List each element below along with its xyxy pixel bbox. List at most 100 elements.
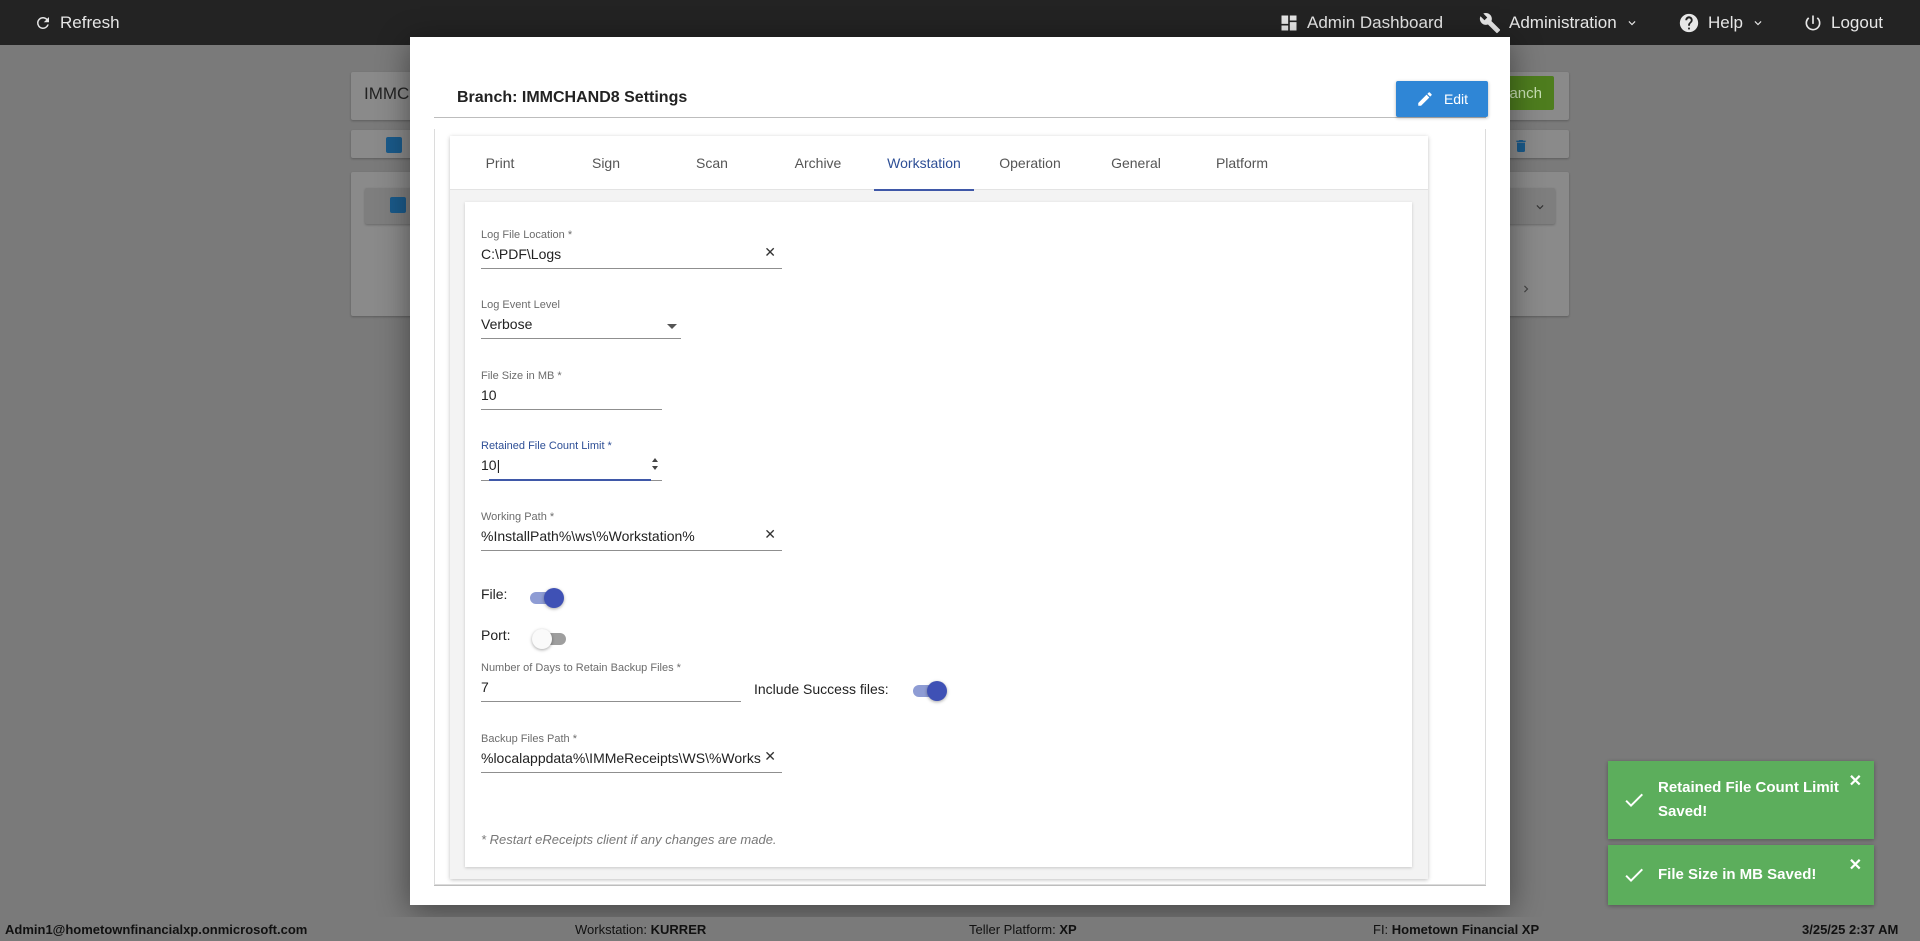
status-datetime: 3/25/25 2:37 AM xyxy=(1802,922,1898,937)
tab-scan[interactable]: Scan xyxy=(662,136,762,190)
backup-path-label: Backup Files Path * xyxy=(481,733,577,745)
working-path-input[interactable]: %InstallPath%\ws\%Workstation% xyxy=(481,528,695,544)
log-event-level-select[interactable]: Verbose xyxy=(481,316,532,332)
clear-icon[interactable]: ✕ xyxy=(764,526,776,543)
dropdown-arrow-icon[interactable] xyxy=(667,324,677,329)
file-toggle-label: File: xyxy=(481,586,508,602)
chevron-down-icon[interactable] xyxy=(1533,200,1547,214)
status-fi-value: Hometown Financial XP xyxy=(1391,922,1540,937)
toggle-knob xyxy=(544,588,564,608)
backup-path-input[interactable]: %localappdata%\IMMeReceipts\WS\%Works xyxy=(481,750,761,766)
port-toggle-label: Port: xyxy=(481,627,511,643)
edit-button[interactable]: Edit xyxy=(1396,81,1488,117)
retained-file-count-input[interactable]: 10| xyxy=(481,457,500,473)
toggle-knob xyxy=(532,629,552,649)
log-file-location-field[interactable]: Log File Location * C:\PDF\Logs ✕ xyxy=(481,229,782,269)
clear-icon[interactable]: ✕ xyxy=(764,748,776,765)
backup-days-label: Number of Days to Retain Backup Files * xyxy=(481,662,681,674)
status-workstation-value: KURRER xyxy=(650,922,707,937)
status-fi: FI: Hometown Financial XP xyxy=(1373,922,1539,937)
port-toggle[interactable] xyxy=(532,629,568,649)
log-event-level-field[interactable]: Log Event Level Verbose xyxy=(481,299,681,339)
status-user-value: Admin1@hometownfinancialxp.onmicrosoft.c… xyxy=(5,922,308,937)
tab-print[interactable]: Print xyxy=(450,136,550,190)
close-icon[interactable]: ✕ xyxy=(1849,855,1862,875)
status-workstation: Workstation: KURRER xyxy=(575,922,706,937)
status-platform: Teller Platform: XP xyxy=(969,922,1077,937)
dialog-body: Branch: IMMCHAND8 Settings Edit Print Si… xyxy=(434,58,1488,904)
logout-button[interactable]: Logout xyxy=(1803,0,1883,45)
input-underline xyxy=(481,550,782,551)
toast-retained-count-saved[interactable]: Retained File Count Limit Saved! ✕ xyxy=(1608,761,1874,839)
status-fi-label: FI: xyxy=(1373,922,1389,937)
settings-tabs-card: Print Sign Scan Archive Workstation Oper… xyxy=(450,136,1428,879)
toast-file-size-saved[interactable]: File Size in MB Saved! ✕ xyxy=(1608,845,1874,905)
log-file-location-input[interactable]: C:\PDF\Logs xyxy=(481,246,561,262)
tab-general[interactable]: General xyxy=(1086,136,1186,190)
trash-icon[interactable] xyxy=(1513,137,1529,155)
bottom-divider xyxy=(434,885,1486,886)
power-icon xyxy=(1805,15,1821,30)
status-workstation-label: Workstation: xyxy=(575,922,648,937)
input-underline xyxy=(481,772,782,773)
log-file-location-label: Log File Location * xyxy=(481,229,573,241)
pencil-icon xyxy=(1418,92,1432,106)
logout-label: Logout xyxy=(1831,12,1883,32)
status-user: Admin1@hometownfinancialxp.onmicrosoft.c… xyxy=(5,922,307,937)
dialog-title: Branch: IMMCHAND8 Settings xyxy=(457,89,688,106)
chevron-down-icon xyxy=(1754,20,1762,25)
tab-workstation[interactable]: Workstation xyxy=(874,136,974,191)
input-underline xyxy=(481,409,662,410)
admin-dashboard-label: Admin Dashboard xyxy=(1307,12,1444,32)
input-underline xyxy=(481,701,741,702)
branch-row-checkbox[interactable] xyxy=(390,197,406,213)
chevron-down-icon xyxy=(1628,20,1636,25)
branch-search-input[interactable]: IMMC xyxy=(364,84,409,104)
deselect-all-checkbox[interactable] xyxy=(386,137,402,153)
help-icon xyxy=(1679,13,1699,32)
input-underline xyxy=(481,268,782,269)
close-icon[interactable]: ✕ xyxy=(1849,771,1862,791)
settings-tab-bar: Print Sign Scan Archive Workstation Oper… xyxy=(450,136,1428,191)
file-toggle[interactable] xyxy=(528,588,564,608)
chevron-right-icon[interactable] xyxy=(1519,281,1533,297)
input-underline xyxy=(481,338,681,339)
branch-settings-dialog: Branch: IMMCHAND8 Settings Edit Print Si… xyxy=(410,37,1510,905)
help-menu[interactable]: Help xyxy=(1678,0,1765,45)
working-path-field[interactable]: Working Path * %InstallPath%\ws\%Worksta… xyxy=(481,511,782,551)
file-size-input[interactable]: 10 xyxy=(481,387,497,403)
title-divider xyxy=(434,117,1486,118)
refresh-icon xyxy=(36,16,49,29)
check-icon xyxy=(1625,793,1643,807)
administration-label: Administration xyxy=(1509,12,1617,32)
tab-archive[interactable]: Archive xyxy=(768,136,868,190)
include-success-toggle[interactable] xyxy=(911,681,947,701)
help-label: Help xyxy=(1708,12,1743,32)
clear-icon[interactable]: ✕ xyxy=(764,244,776,261)
file-size-label: File Size in MB * xyxy=(481,370,562,382)
wrench-icon xyxy=(1479,12,1501,33)
status-bar: Admin1@hometownfinancialxp.onmicrosoft.c… xyxy=(0,917,1920,941)
refresh-button[interactable]: Refresh xyxy=(34,0,120,45)
log-event-level-label: Log Event Level xyxy=(481,299,560,311)
backup-path-field[interactable]: Backup Files Path * %localappdata%\IMMeR… xyxy=(481,733,782,773)
refresh-label: Refresh xyxy=(60,12,120,32)
focus-underline xyxy=(489,479,651,481)
edit-label: Edit xyxy=(1443,91,1469,107)
dashboard-icon xyxy=(1281,15,1297,30)
retained-file-count-field[interactable]: Retained File Count Limit * 10| xyxy=(481,440,662,481)
tab-platform[interactable]: Platform xyxy=(1192,136,1292,190)
number-spinner-icon[interactable] xyxy=(650,456,660,472)
working-path-label: Working Path * xyxy=(481,511,555,523)
file-size-field[interactable]: File Size in MB * 10 xyxy=(481,370,662,410)
status-platform-value: XP xyxy=(1059,922,1077,937)
backup-days-input[interactable]: 7 xyxy=(481,679,489,695)
toast-message: File Size in MB Saved! xyxy=(1658,866,1817,883)
tab-sign[interactable]: Sign xyxy=(556,136,656,190)
toggle-knob xyxy=(927,681,947,701)
tab-operation[interactable]: Operation xyxy=(980,136,1080,190)
restart-note: * Restart eReceipts client if any change… xyxy=(481,832,777,847)
status-platform-label: Teller Platform: xyxy=(969,922,1056,937)
include-success-label: Include Success files: xyxy=(754,681,889,697)
backup-days-field[interactable]: Number of Days to Retain Backup Files * … xyxy=(481,662,741,702)
